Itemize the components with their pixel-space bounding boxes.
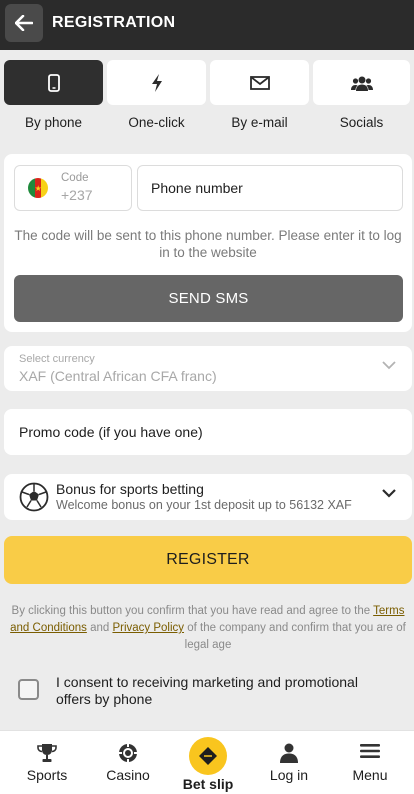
bonus-subtitle: Welcome bonus on your 1st deposit up to … (56, 498, 352, 512)
ticket-icon (199, 747, 217, 765)
nav-menu[interactable]: Menu (330, 731, 410, 794)
page-title: REGISTRATION (52, 14, 176, 31)
tab-socials-tile[interactable] (313, 60, 410, 105)
legal-suffix: of the company and confirm that you are … (184, 622, 406, 651)
code-value: +237 (61, 187, 93, 203)
nav-log-in-label: Log in (269, 767, 309, 783)
currency-value: XAF (Central African CFA franc) (19, 368, 217, 384)
country-code-selector[interactable]: ★ Code +237 (14, 165, 132, 211)
bottom-navigation: Sports Casino Bet slip Log in Menu (0, 730, 414, 794)
marketing-consent-checkbox[interactable] (18, 679, 39, 700)
tab-by-email[interactable]: By e-mail (210, 60, 309, 136)
nav-casino-label: Casino (106, 767, 150, 783)
nav-log-in[interactable]: Log in (249, 731, 329, 794)
chevron-down-icon (382, 361, 396, 370)
sms-hint-text: The code will be sent to this phone numb… (14, 228, 402, 260)
chevron-down-icon (382, 489, 396, 498)
promo-code-input[interactable] (4, 409, 412, 455)
currency-label: Select currency (19, 353, 95, 365)
code-label: Code (61, 172, 89, 184)
tab-by-phone-tile[interactable] (4, 60, 103, 105)
hamburger-icon (360, 744, 380, 758)
nav-sports-label: Sports (26, 767, 68, 783)
cameroon-flag-icon: ★ (28, 178, 48, 198)
top-bar: REGISTRATION (0, 0, 414, 50)
tab-socials-label: Socials (339, 115, 384, 130)
legal-and: and (86, 622, 113, 634)
phone-registration-card: ★ Code +237 The code will be sent to thi… (4, 154, 412, 332)
nav-casino[interactable]: Casino (88, 731, 168, 794)
register-button[interactable]: REGISTER (4, 536, 412, 584)
tab-by-email-label: By e-mail (231, 115, 288, 130)
smartphone-icon (47, 73, 60, 92)
user-icon (280, 743, 298, 763)
nav-bet-slip[interactable]: Bet slip (168, 731, 248, 794)
bonus-select[interactable]: Bonus for sports betting Welcome bonus o… (4, 474, 412, 520)
casino-chip-icon (119, 744, 137, 762)
privacy-policy-link[interactable]: Privacy Policy (112, 622, 184, 634)
legal-notice: By clicking this button you confirm that… (5, 603, 411, 654)
marketing-consent-label: I consent to receiving marketing and pro… (56, 674, 358, 707)
registration-method-tabs: By phone One-click By e-mail Socials (4, 60, 410, 136)
back-button[interactable] (5, 4, 43, 42)
bet-slip-badge (189, 737, 227, 775)
tab-by-email-tile[interactable] (210, 60, 309, 105)
people-icon (350, 76, 373, 91)
phone-number-input[interactable] (137, 165, 403, 211)
envelope-icon (249, 75, 270, 90)
bonus-title: Bonus for sports betting (56, 481, 204, 497)
legal-prefix: By clicking this button you confirm that… (11, 605, 374, 617)
nav-sports[interactable]: Sports (7, 731, 87, 794)
promo-code-card (4, 409, 412, 455)
tab-by-phone[interactable]: By phone (4, 60, 103, 136)
trophy-icon (37, 744, 57, 762)
send-sms-button[interactable]: SEND SMS (14, 275, 403, 322)
lightning-icon (151, 73, 162, 92)
arrow-left-icon (15, 15, 33, 31)
tab-socials[interactable]: Socials (313, 60, 410, 136)
nav-bet-slip-label: Bet slip (182, 776, 234, 792)
tab-one-click-label: One-click (128, 115, 185, 130)
tab-one-click-tile[interactable] (107, 60, 206, 105)
tab-by-phone-label: By phone (24, 115, 83, 130)
currency-select[interactable]: Select currency XAF (Central African CFA… (4, 346, 412, 391)
nav-menu-label: Menu (352, 767, 388, 783)
soccer-ball-icon (19, 482, 49, 512)
tab-one-click[interactable]: One-click (107, 60, 206, 136)
